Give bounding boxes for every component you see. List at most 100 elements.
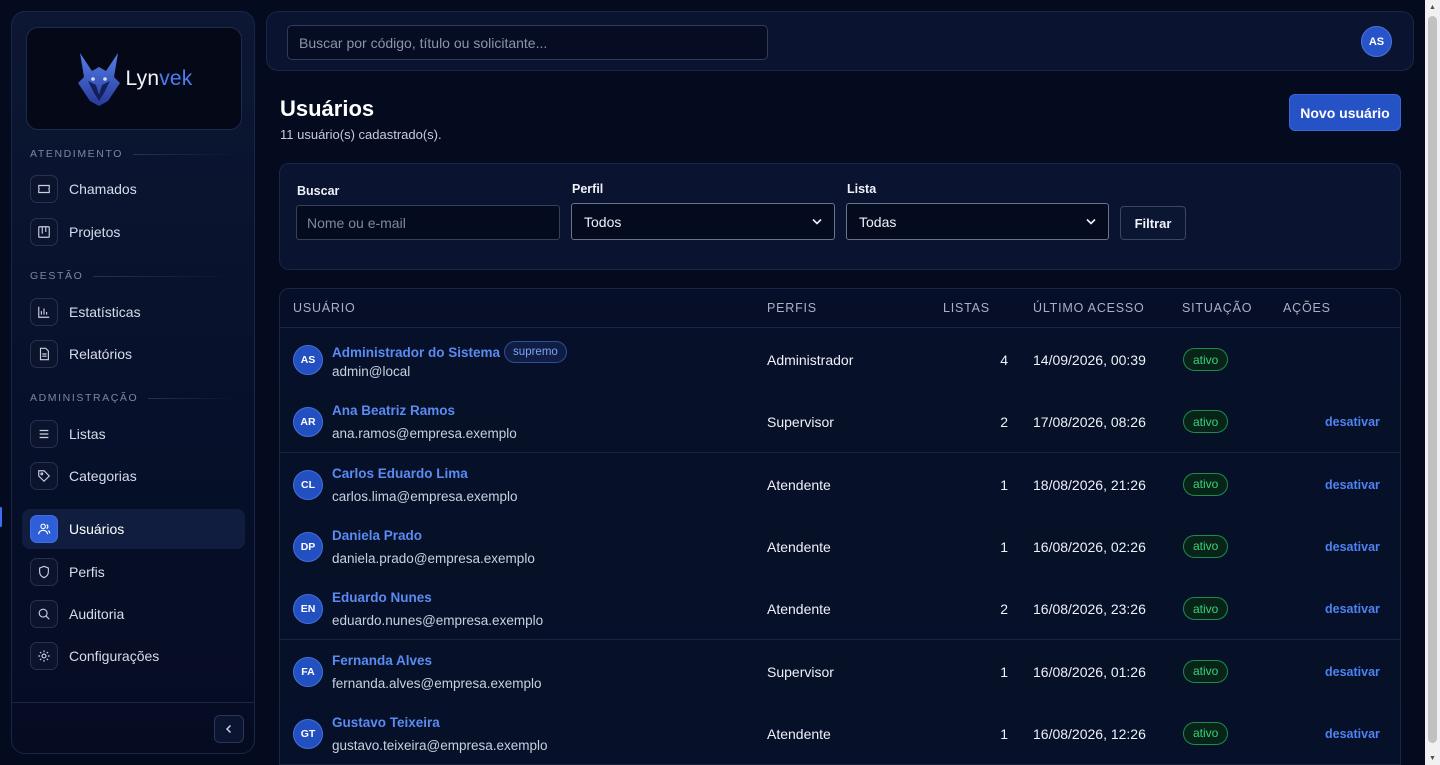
new-user-button[interactable]: Novo usuário (1289, 94, 1401, 131)
topbar: AS (266, 11, 1414, 71)
users-table: USUÁRIO PERFIS LISTAS ÚLTIMO ACESSO SITU… (279, 288, 1401, 765)
user-profile: Supervisor (767, 663, 834, 680)
logo[interactable]: Lynvek (26, 27, 242, 130)
profile-select[interactable]: Todos (571, 203, 835, 240)
user-last-access: 14/09/2026, 00:39 (1033, 352, 1146, 368)
user-lists-count: 1 (1000, 725, 1008, 742)
user-avatar[interactable]: AS (1361, 26, 1392, 57)
user-last-access: 17/08/2026, 08:26 (1033, 414, 1146, 431)
supremo-badge: supremo (504, 341, 567, 363)
user-avatar: GT (293, 718, 323, 749)
user-lists-count: 1 (1000, 538, 1008, 555)
sidebar-item-label: Relatórios (69, 346, 133, 362)
tag-icon (30, 462, 58, 490)
user-name-link[interactable]: Fernanda Alves (332, 653, 432, 668)
user-name[interactable]: Fernanda Alves (332, 653, 432, 668)
deactivate-button[interactable]: desativar (1325, 602, 1380, 616)
sidebar-item-perfis[interactable]: Perfis (22, 552, 245, 592)
profile-filter-label: Perfil (572, 182, 604, 196)
column-header-profiles: PERFIS (767, 301, 817, 315)
table-row: AS Administrador do Sistema supremo admin@l… (280, 328, 1400, 391)
page-subtitle: 11 usuário(s) cadastrado(s). (280, 127, 442, 142)
status-badge: ativo (1183, 410, 1229, 434)
user-name-link[interactable]: Administrador do Sistema supremo (332, 341, 567, 363)
user-avatar: FA (293, 656, 323, 687)
deactivate-button[interactable]: desativar (1325, 478, 1380, 492)
user-email: admin@local (332, 364, 411, 379)
user-lists-count: 1 (1000, 663, 1008, 680)
gear-icon (30, 642, 58, 670)
sidebar-item-label: Estatísticas (69, 304, 141, 320)
table-row: CL Carlos Eduardo Lima carlos.lima@empresa… (280, 452, 1400, 516)
global-search-input[interactable] (287, 25, 768, 60)
status-badge: ativo (1183, 721, 1229, 745)
user-last-access: 16/08/2026, 12:26 (1033, 725, 1146, 742)
user-last-access: 16/08/2026, 01:26 (1033, 663, 1146, 680)
user-last-access: 16/08/2026, 02:26 (1033, 538, 1146, 555)
sidebar-item-chamados[interactable]: Chamados (22, 169, 245, 209)
scroll-down-arrow-icon[interactable]: ▼ (1428, 753, 1437, 763)
sidebar-item-configuracoes[interactable]: Configurações (22, 636, 245, 676)
document-icon (30, 340, 58, 368)
user-profile: Administrador (767, 352, 854, 368)
user-avatar: EN (293, 594, 323, 625)
sidebar-item-label: Perfis (69, 564, 105, 580)
user-email: fernanda.alves@empresa.exemplo (332, 675, 542, 691)
user-search-input[interactable] (296, 205, 560, 240)
user-name[interactable]: Ana Beatriz Ramos (332, 403, 455, 418)
column-header-actions: AÇÕES (1283, 301, 1331, 315)
shield-icon (30, 558, 58, 586)
user-name-link[interactable]: Ana Beatriz Ramos (332, 403, 455, 418)
user-name-link[interactable]: Daniela Prado (332, 528, 422, 543)
collapse-sidebar-button[interactable] (214, 715, 244, 743)
scroll-up-arrow-icon[interactable]: ▲ (1428, 2, 1437, 12)
user-name[interactable]: Gustavo Teixeira (332, 715, 440, 730)
list-select-value: Todas (859, 213, 897, 230)
logo-wordmark: Lynvek (125, 66, 193, 90)
user-lists-count: 4 (1000, 352, 1008, 368)
user-email: daniela.prado@empresa.exemplo (332, 550, 535, 566)
sidebar-item-label: Projetos (69, 224, 121, 240)
status-badge: ativo (1183, 534, 1229, 558)
user-name-link[interactable]: Gustavo Teixeira (332, 715, 440, 730)
table-row: DP Daniela Prado daniela.prado@empresa.exe… (280, 514, 1400, 578)
column-header-status: SITUAÇÃO (1182, 301, 1253, 315)
user-lists-count: 2 (1000, 414, 1008, 431)
deactivate-button[interactable]: desativar (1325, 727, 1380, 741)
users-icon (30, 515, 58, 543)
user-email: carlos.lima@empresa.exemplo (332, 488, 518, 504)
sidebar-item-categorias[interactable]: Categorias (22, 456, 245, 496)
scrollbar-thumb[interactable] (1428, 16, 1437, 743)
sidebar-item-label: Categorias (69, 468, 137, 484)
section-label-administracao: ADMINISTRAÇÃO (30, 392, 235, 404)
user-avatar: AS (293, 345, 323, 375)
user-profile: Atendente (767, 476, 831, 493)
filter-panel: Buscar Perfil Todos Lista Todas Filtrar (279, 163, 1401, 270)
status-badge: ativo (1183, 472, 1229, 496)
deactivate-button[interactable]: desativar (1325, 665, 1380, 679)
user-name[interactable]: Carlos Eduardo Lima (332, 466, 468, 481)
list-select[interactable]: Todas (846, 203, 1109, 240)
user-name[interactable]: Daniela Prado (332, 528, 422, 543)
user-lists-count: 1 (1000, 476, 1008, 493)
table-row: AR Ana Beatriz Ramos ana.ramos@empresa.exe… (280, 390, 1400, 454)
list-filter-label: Lista (847, 182, 877, 196)
sidebar-item-estatisticas[interactable]: Estatísticas (22, 292, 245, 332)
sidebar-item-usuarios[interactable]: Usuários (22, 509, 245, 549)
column-header-lists: LISTAS (943, 301, 990, 315)
sidebar-item-projetos[interactable]: Projetos (22, 212, 245, 252)
user-name[interactable]: Administrador do Sistema (332, 345, 500, 360)
user-name[interactable]: Eduardo Nunes (332, 590, 432, 605)
list-icon (30, 420, 58, 448)
user-name-link[interactable]: Carlos Eduardo Lima (332, 466, 468, 481)
sidebar-item-relatorios[interactable]: Relatórios (22, 334, 245, 374)
user-name-link[interactable]: Eduardo Nunes (332, 590, 432, 605)
status-badge: ativo (1183, 348, 1229, 371)
sidebar-item-listas[interactable]: Listas (22, 414, 245, 454)
user-email: gustavo.teixeira@empresa.exemplo (332, 737, 548, 753)
sidebar-item-auditoria[interactable]: Auditoria (22, 594, 245, 634)
filter-button[interactable]: Filtrar (1120, 206, 1186, 240)
user-email: ana.ramos@empresa.exemplo (332, 426, 517, 442)
deactivate-button[interactable]: desativar (1325, 415, 1380, 429)
deactivate-button[interactable]: desativar (1325, 540, 1380, 554)
